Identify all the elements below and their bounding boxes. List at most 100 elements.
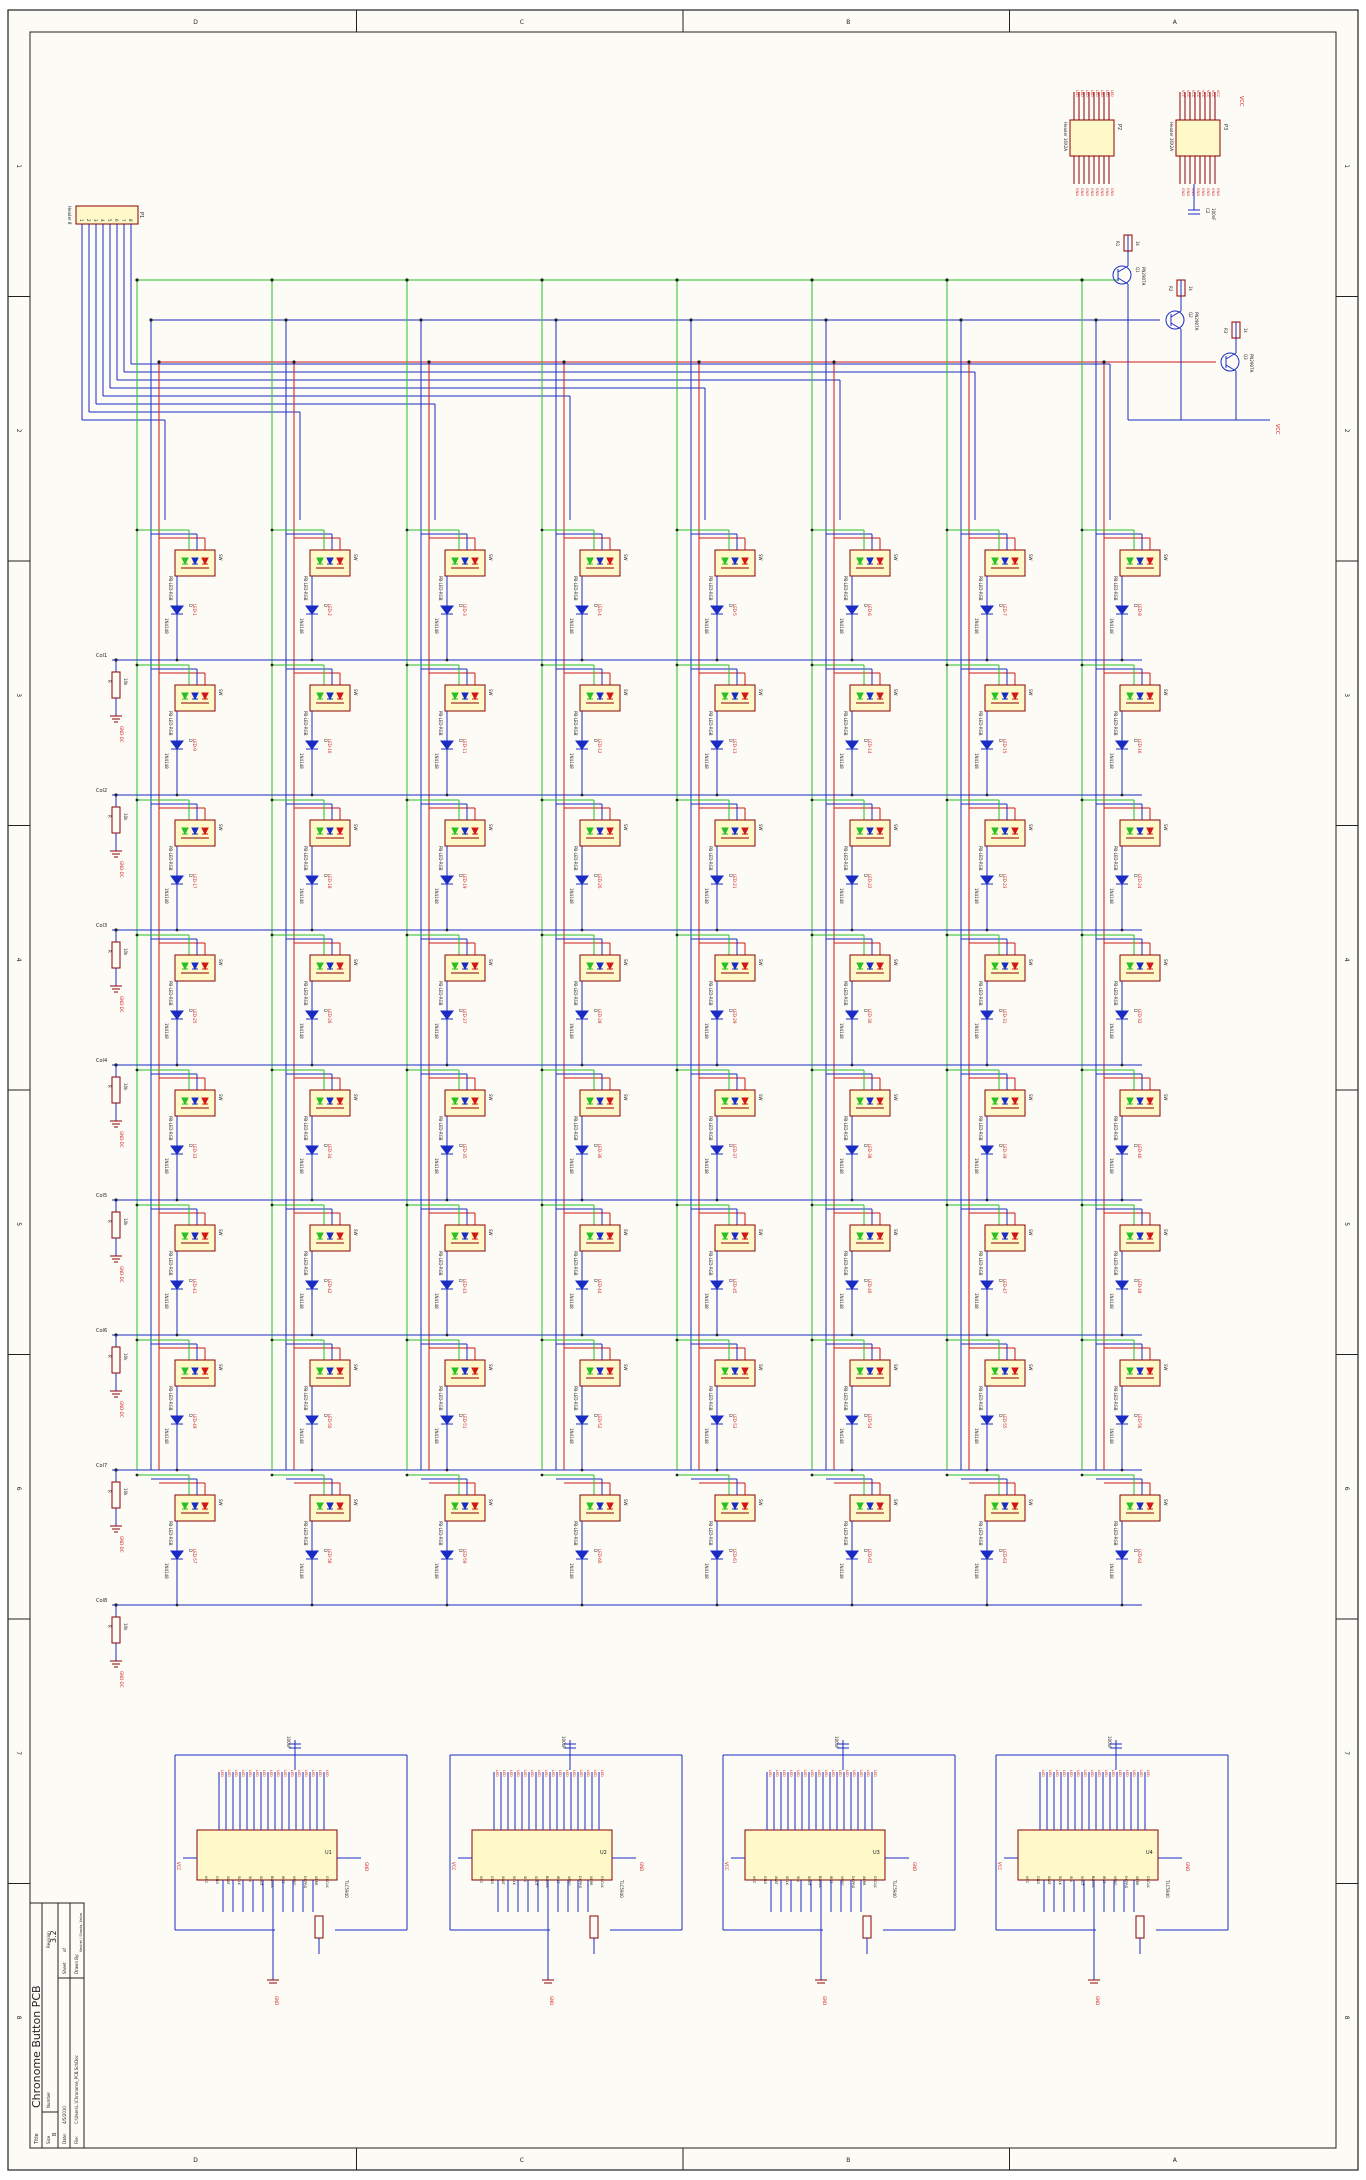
junction	[850, 1603, 854, 1607]
driver-pin-label: SIN	[248, 1876, 252, 1882]
driver-part: TLC5940	[344, 1879, 349, 1898]
switch-part: PB-LED-RGB	[708, 711, 713, 736]
date-label: Date:	[62, 2133, 67, 2144]
junction	[135, 1203, 139, 1207]
header16-net: GND	[1100, 188, 1104, 196]
junction	[540, 278, 544, 282]
junction	[284, 318, 288, 322]
junction	[945, 278, 949, 282]
driver-body	[471, 1829, 613, 1881]
switch-ref: SW	[353, 554, 358, 561]
header16-net: GND	[1080, 188, 1084, 196]
driver-pin-label: SOUT	[807, 1876, 811, 1887]
switch-ref: SW	[1163, 689, 1168, 696]
switch-part: PB-LED-RGB	[573, 711, 578, 736]
switch-part: PB-LED-RGB	[168, 1386, 173, 1411]
junction	[562, 360, 566, 364]
junction	[1080, 663, 1084, 667]
driver-out-net: LED	[290, 1770, 294, 1777]
junction	[675, 663, 679, 667]
junction	[540, 528, 544, 532]
header16-net: LED	[1095, 90, 1099, 97]
switch-part: PB-LED-RGB	[708, 846, 713, 871]
header16-net: LED	[1100, 90, 1104, 97]
junction	[675, 1338, 679, 1342]
diode-part: 1N4148	[569, 1293, 574, 1309]
driver-pin-label: XERR	[862, 1876, 866, 1886]
zone-col-label: B	[846, 19, 850, 26]
net-label: LED-47	[1002, 1279, 1007, 1294]
junction	[445, 1333, 449, 1337]
resistor-value: 10k	[123, 1623, 128, 1631]
junction	[540, 1338, 544, 1342]
diode-part: 1N4148	[164, 1293, 169, 1309]
junction	[405, 528, 409, 532]
header16-net: GND	[1105, 188, 1109, 196]
junction	[270, 528, 274, 532]
resistor-value: 10k	[123, 813, 128, 821]
switch-part: PB-LED-RGB	[303, 1251, 308, 1276]
net-label: LED-23	[1002, 874, 1007, 889]
diode-part: 1N4148	[839, 753, 844, 769]
switch-ref: SW	[758, 1499, 763, 1506]
net-label: LED-60	[597, 1549, 602, 1564]
driver-out-net: LED	[502, 1770, 506, 1777]
driver-pin-label: VCC	[1025, 1876, 1029, 1884]
switch-ref: SW	[218, 1229, 223, 1236]
title-block: TitleChronome Button PCBSizeBNumberRevis…	[29, 1902, 85, 2149]
diode-part: 1N4148	[974, 1023, 979, 1039]
driver-part: TLC5940	[892, 1879, 897, 1898]
switch-part: PB-LED-RGB	[303, 1386, 308, 1411]
sheet-title: Chronome Button PCB	[30, 1985, 43, 2108]
switch-ref: SW	[623, 1499, 628, 1506]
junction	[1120, 793, 1124, 797]
diode-part: 1N4148	[569, 618, 574, 634]
zone-col-label: D	[193, 2157, 198, 2164]
resistor-value: 10k	[123, 1488, 128, 1496]
resistor-ref: R	[107, 1355, 112, 1358]
junction	[270, 1338, 274, 1342]
zone-row-label: 8	[1343, 2016, 1350, 2020]
junction	[810, 1473, 814, 1477]
junction	[175, 1468, 179, 1472]
switch-part: PB-LED-RGB	[573, 846, 578, 871]
diode-part: 1N4148	[434, 1158, 439, 1174]
driver-out-net: LED	[1041, 1770, 1045, 1777]
junction	[135, 1338, 139, 1342]
switch-part: PB-LED-RGB	[168, 846, 173, 871]
driver-body	[1017, 1829, 1159, 1881]
driver-out-net: LED	[1048, 1770, 1052, 1777]
resistor-ref: R	[107, 1220, 112, 1223]
number-label: Number	[46, 2092, 51, 2108]
junction	[419, 318, 423, 322]
switch-ref: SW	[1028, 1229, 1033, 1236]
diode-part: 1N4148	[164, 1158, 169, 1174]
resistor-value: 10k	[123, 1083, 128, 1091]
row-label: Col7	[96, 1463, 107, 1469]
net-label: LED-39	[1002, 1144, 1007, 1159]
gnd-label: GND-DC	[119, 861, 124, 878]
junction	[405, 1473, 409, 1477]
junction	[270, 933, 274, 937]
junction	[554, 318, 558, 322]
driver-out-net: LED	[516, 1770, 520, 1777]
diode-part: 1N4148	[569, 1158, 574, 1174]
driver-gnd: GND	[1185, 1862, 1190, 1871]
switch-part: PB-LED-RGB	[168, 576, 173, 601]
net-label: LED-35	[462, 1144, 467, 1159]
switch-part: PB-LED-RGB	[978, 1116, 983, 1141]
row-label: Col5	[96, 1193, 107, 1199]
diode-part: 1N4148	[299, 1293, 304, 1309]
net-label: LED-43	[462, 1279, 467, 1294]
header16-net: VCC	[1206, 90, 1210, 98]
switch-ref: SW	[353, 959, 358, 966]
junction	[270, 1203, 274, 1207]
driver-out-net: LED	[558, 1770, 562, 1777]
header16-ref: P3	[1222, 124, 1228, 130]
switch-part: PB-LED-RGB	[438, 711, 443, 736]
junction	[697, 360, 701, 364]
driver-ref: U3	[873, 1850, 880, 1856]
switch-ref: SW	[353, 689, 358, 696]
junction	[405, 278, 409, 282]
junction	[175, 793, 179, 797]
